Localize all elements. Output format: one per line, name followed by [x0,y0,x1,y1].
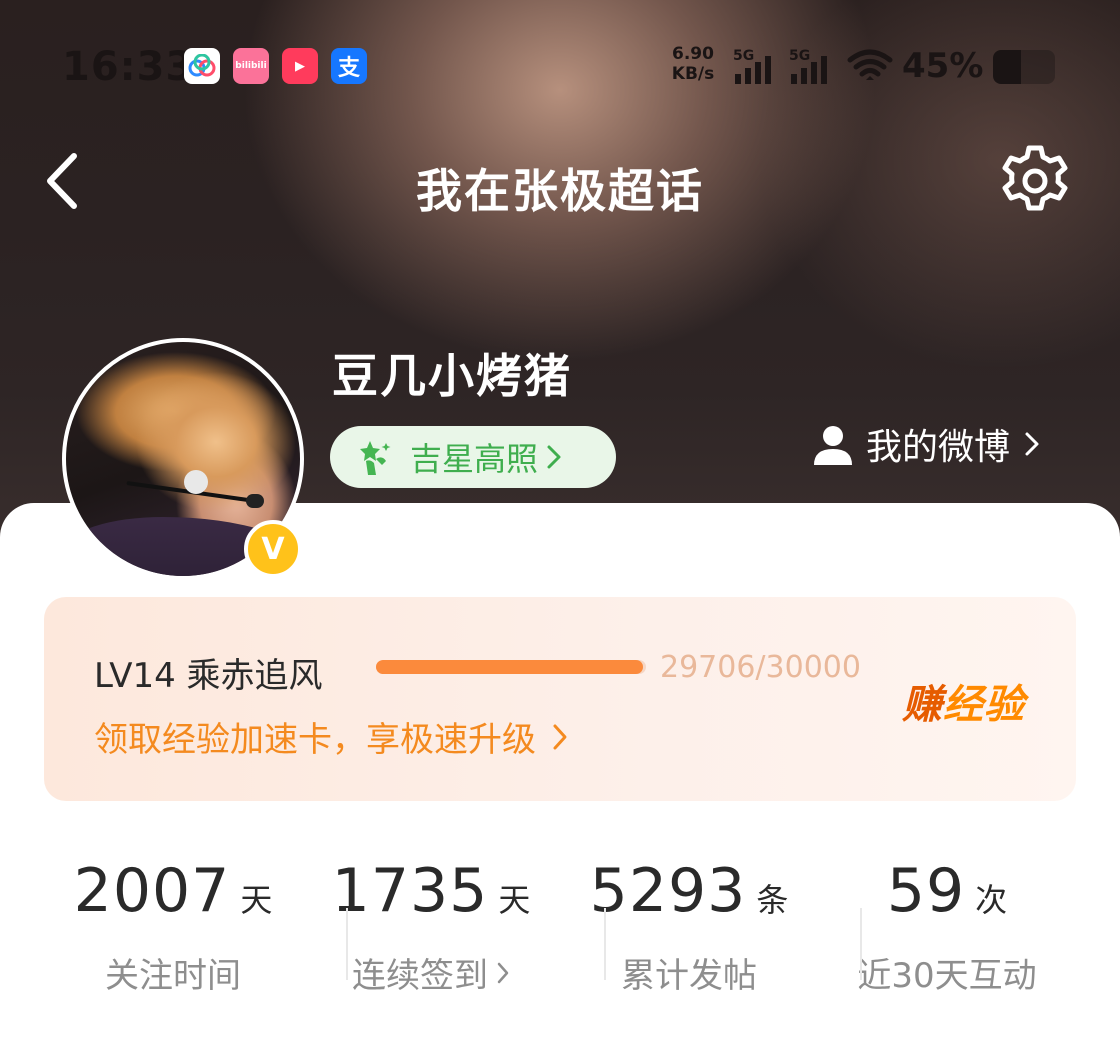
stat-value: 2007 [73,856,231,926]
battery-icon [993,50,1055,84]
stat-caption: 关注时间 [105,956,241,996]
my-weibo-label: 我的微博 [866,427,1011,468]
speed-card-link[interactable]: 领取经验加速卡，享极速升级 [94,712,568,761]
signal-icon: 5G [733,48,777,84]
stat-value: 5293 [589,856,747,926]
stat-caption: 累计发帖 [621,956,757,996]
status-time: 16:33 [62,44,195,90]
stat-interactions: 59 次 近30天互动 [818,856,1076,1026]
network-speed: 6.90 KB/s [668,44,718,84]
stats-row: 2007 天 关注时间 1735 天 连续签到 5293 条 累计发帖 59 次 近30… [44,856,1076,1026]
alipay-icon: 支 [331,48,367,84]
stat-caption: 近30天互动 [857,956,1037,996]
earn-exp-button[interactable]: 赚经验 [902,672,1025,730]
stat-posts: 5293 条 累计发帖 [560,856,818,1026]
divider [346,908,348,980]
stat-value: 59 [886,856,966,926]
speed-card-text: 领取经验加速卡，享极速升级 [94,720,536,760]
stat-checkin-days[interactable]: 1735 天 连续签到 [302,856,560,1026]
stat-unit: 天 [240,881,273,919]
stat-follow-days: 2007 天 关注时间 [44,856,302,1026]
chevron-right-icon [553,724,567,749]
page-title: 我在张极超话 [416,164,704,218]
stat-unit: 天 [498,881,531,919]
video-app-icon: ▶ [282,48,318,84]
battery-percent: 45% [902,46,984,86]
level-progress-fill [376,660,644,674]
level-progress-text: 29706/30000 [660,650,861,685]
divider [860,908,862,980]
network-speed-value: 6.90 [672,44,714,64]
wifi-icon [847,49,893,80]
chevron-right-icon [1025,432,1039,456]
network-speed-unit: KB/s [671,64,715,84]
gear-icon[interactable] [996,142,1074,220]
username: 豆几小烤猪 [332,349,572,403]
battery-fill [993,50,1021,84]
baidu-netdisk-icon [184,48,220,84]
status-bar: 16:33 bilibili ▶ 支 6.90 KB/s 5G 5G 45% [0,36,1120,96]
bilibili-icon: bilibili [233,48,269,84]
my-weibo-link[interactable]: 我的微博 [812,416,1040,472]
stat-unit: 条 [756,881,789,919]
honor-badge-button[interactable]: 吉星高照 [330,426,616,488]
level-progress-bar [376,660,646,674]
chevron-right-icon [547,445,561,469]
honor-label: 吉星高照 [410,440,539,478]
lucky-star-icon [360,441,391,475]
level-name: LV14 乘赤追风 [94,656,323,696]
stat-unit: 次 [975,881,1008,919]
earn-exp-label-b: 经验 [943,682,1025,728]
signal-icon: 5G [789,48,833,84]
earn-exp-label-a: 赚 [902,682,943,728]
chevron-right-icon [497,962,509,983]
stat-value: 1735 [331,856,489,926]
verified-badge-icon: V [244,520,302,578]
stat-caption: 连续签到 [352,956,488,996]
user-icon [814,426,852,465]
divider [604,908,606,980]
